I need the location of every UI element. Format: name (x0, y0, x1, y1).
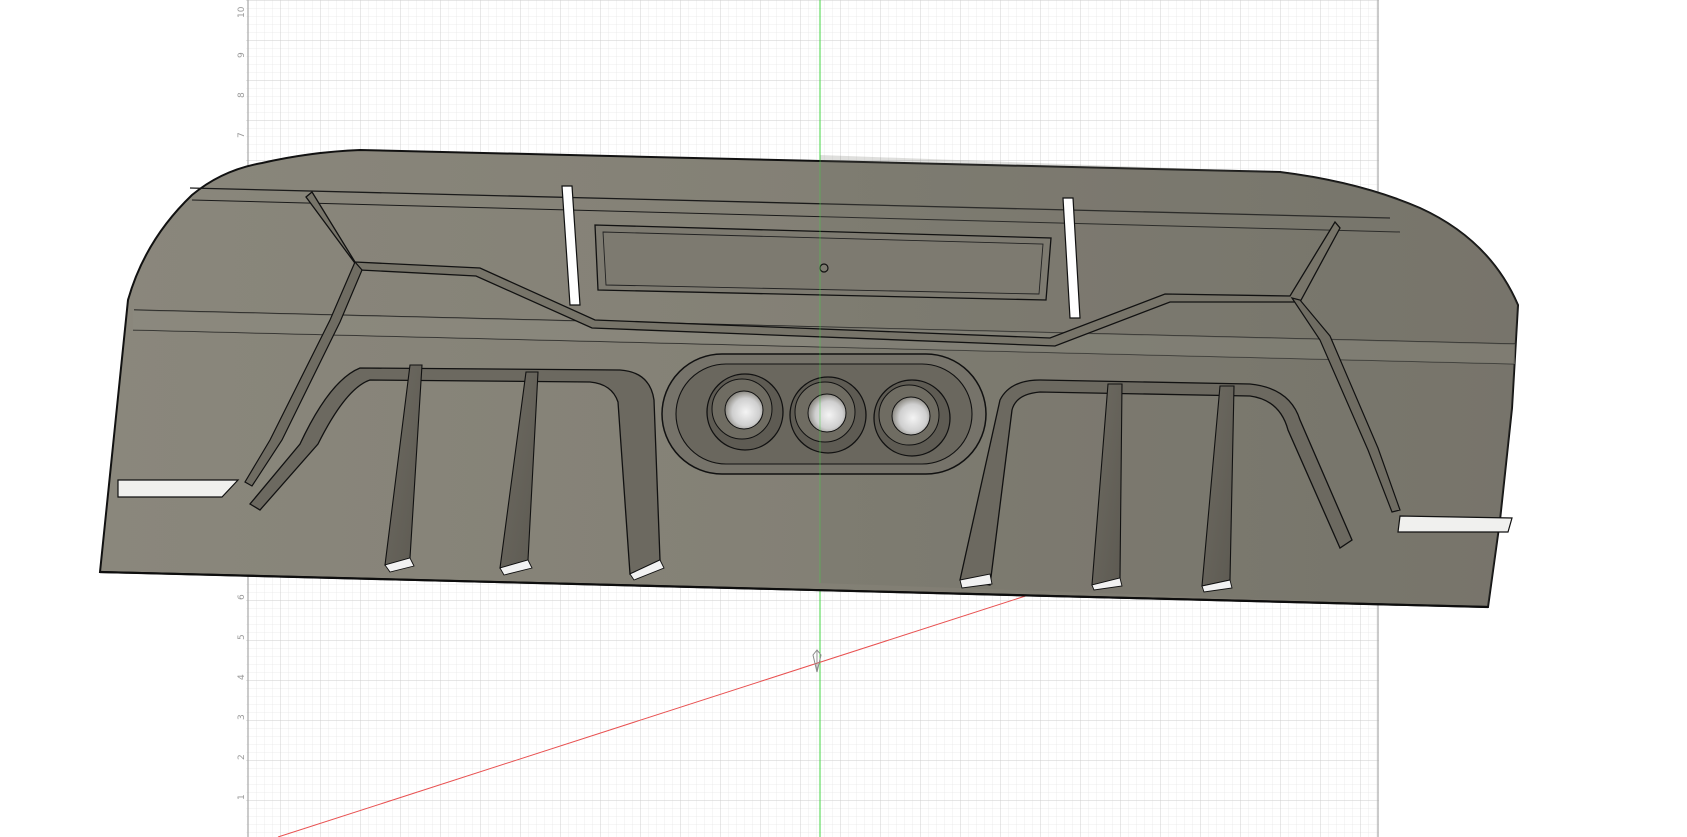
exhaust-tip-1[interactable] (706, 373, 784, 451)
viewport-scene[interactable]: 10 9 8 7 6 5 4 3 2 1 (0, 0, 1687, 837)
ruler-label: 10 (237, 6, 247, 18)
ruler-label: 3 (237, 714, 247, 720)
ruler-label: 7 (237, 132, 247, 138)
ruler-label: 5 (237, 634, 247, 640)
ruler-label: 4 (237, 674, 247, 680)
diffuser-model[interactable] (98, 148, 1520, 609)
ruler-label: 2 (237, 754, 247, 760)
exhaust-tip-3[interactable] (873, 379, 951, 457)
ruler-label: 8 (237, 92, 247, 98)
ruler-label: 1 (237, 794, 247, 800)
exhaust-tip-2[interactable] (789, 376, 867, 454)
3d-viewport-canvas[interactable]: 10 9 8 7 6 5 4 3 2 1 (0, 0, 1687, 837)
plate-recess (594, 224, 1052, 301)
ruler-label: 6 (237, 594, 247, 600)
exhaust-housing[interactable] (661, 353, 987, 475)
ruler-label: 9 (237, 52, 247, 58)
